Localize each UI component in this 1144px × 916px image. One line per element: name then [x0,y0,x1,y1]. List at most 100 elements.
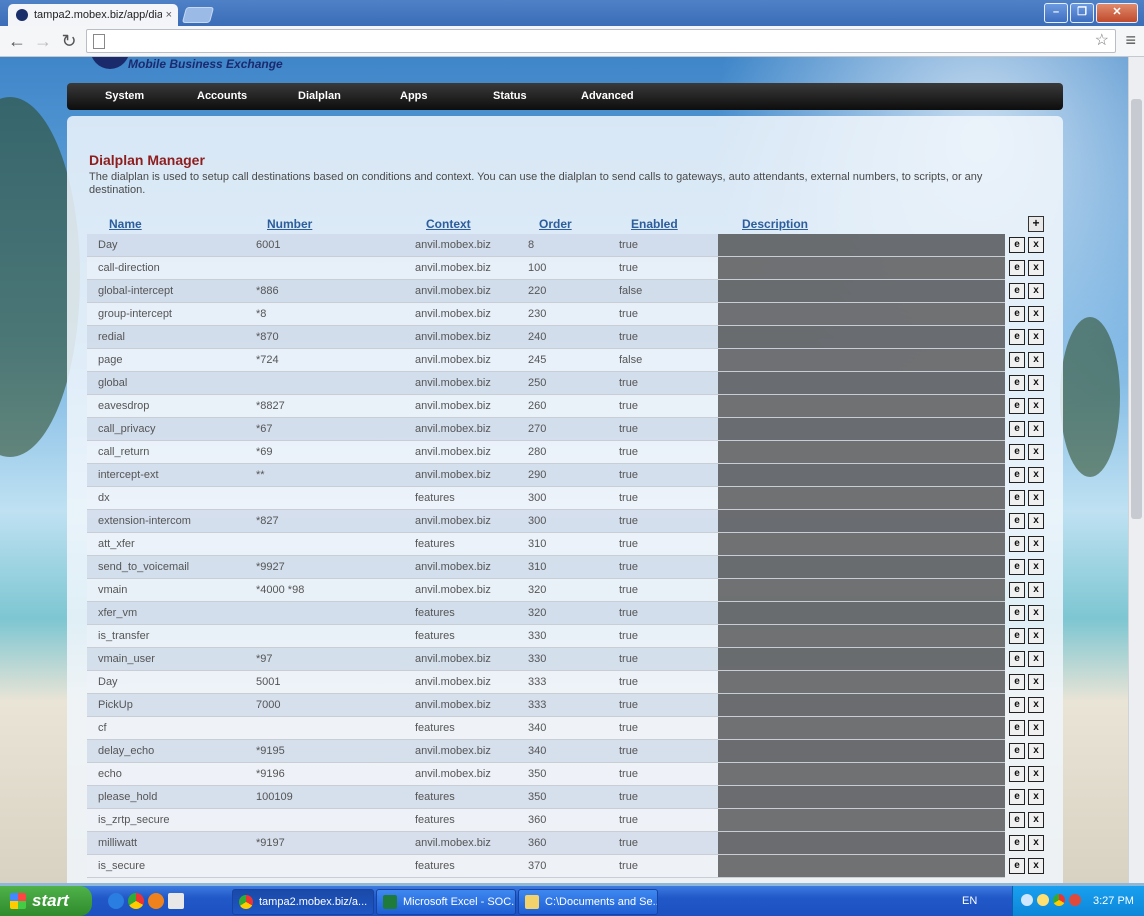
delete-icon[interactable]: x [1028,628,1044,644]
taskbar-item-explorer[interactable]: C:\Documents and Se... [518,889,658,915]
delete-icon[interactable]: x [1028,651,1044,667]
minimize-button[interactable]: – [1044,3,1068,23]
delete-icon[interactable]: x [1028,766,1044,782]
column-header-enabled[interactable]: Enabled [631,217,678,231]
delete-icon[interactable]: x [1028,835,1044,851]
browser-tab[interactable]: tampa2.mobex.biz/app/dialp × [8,4,178,26]
delete-icon[interactable]: x [1028,812,1044,828]
edit-icon[interactable]: e [1009,743,1025,759]
edit-icon[interactable]: e [1009,237,1025,253]
edit-icon[interactable]: e [1009,812,1025,828]
delete-icon[interactable]: x [1028,720,1044,736]
nav-status[interactable]: Status [493,83,527,110]
start-button[interactable]: start [0,886,92,916]
delete-icon[interactable]: x [1028,398,1044,414]
nav-dialplan[interactable]: Dialplan [298,83,341,110]
column-header-order[interactable]: Order [539,217,572,231]
edit-icon[interactable]: e [1009,283,1025,299]
delete-icon[interactable]: x [1028,582,1044,598]
taskbar-item-excel[interactable]: Microsoft Excel - SOC... [376,889,516,915]
edit-icon[interactable]: e [1009,582,1025,598]
add-dialplan-icon[interactable]: + [1028,216,1044,232]
edit-icon[interactable]: e [1009,260,1025,276]
edit-icon[interactable]: e [1009,720,1025,736]
row-enabled: true [619,791,638,803]
security-icon[interactable] [1069,894,1081,906]
delete-icon[interactable]: x [1028,490,1044,506]
delete-icon[interactable]: x [1028,375,1044,391]
delete-icon[interactable]: x [1028,237,1044,253]
edit-icon[interactable]: e [1009,467,1025,483]
delete-icon[interactable]: x [1028,605,1044,621]
firefox-quicklaunch-icon[interactable] [148,893,164,909]
edit-icon[interactable]: e [1009,559,1025,575]
edit-icon[interactable]: e [1009,789,1025,805]
delete-icon[interactable]: x [1028,352,1044,368]
delete-icon[interactable]: x [1028,421,1044,437]
language-indicator[interactable]: EN [962,886,977,916]
edit-icon[interactable]: e [1009,352,1025,368]
delete-icon[interactable]: x [1028,283,1044,299]
delete-icon[interactable]: x [1028,858,1044,874]
edit-icon[interactable]: e [1009,375,1025,391]
delete-icon[interactable]: x [1028,306,1044,322]
tab-close-icon[interactable]: × [166,4,172,26]
browser-menu-icon[interactable]: ≡ [1125,30,1136,51]
nav-advanced[interactable]: Advanced [581,83,634,110]
delete-icon[interactable]: x [1028,559,1044,575]
notification-icon[interactable] [1037,894,1049,906]
edit-icon[interactable]: e [1009,513,1025,529]
edit-icon[interactable]: e [1009,628,1025,644]
row-description [718,855,1005,877]
edit-icon[interactable]: e [1009,697,1025,713]
edit-icon[interactable]: e [1009,858,1025,874]
edit-icon[interactable]: e [1009,306,1025,322]
edit-icon[interactable]: e [1009,329,1025,345]
bookmark-star-icon[interactable]: ☆ [1095,30,1109,52]
address-bar[interactable]: ☆ [86,29,1116,53]
close-window-button[interactable]: ✕ [1096,3,1138,23]
column-header-description[interactable]: Description [742,217,808,231]
network-icon[interactable] [1021,894,1033,906]
delete-icon[interactable]: x [1028,674,1044,690]
edit-icon[interactable]: e [1009,835,1025,851]
delete-icon[interactable]: x [1028,329,1044,345]
delete-icon[interactable]: x [1028,743,1044,759]
delete-icon[interactable]: x [1028,789,1044,805]
delete-icon[interactable]: x [1028,260,1044,276]
taskbar-item-chrome[interactable]: tampa2.mobex.biz/a... [232,889,374,915]
chrome-tray-icon[interactable] [1053,894,1065,906]
new-tab-button[interactable] [181,7,215,23]
column-header-number[interactable]: Number [267,217,312,231]
edit-icon[interactable]: e [1009,651,1025,667]
edit-icon[interactable]: e [1009,421,1025,437]
row-name: dx [98,492,110,504]
forward-arrow-icon[interactable]: → [32,30,54,52]
edit-icon[interactable]: e [1009,490,1025,506]
show-desktop-icon[interactable] [108,893,124,909]
edit-icon[interactable]: e [1009,674,1025,690]
reload-icon[interactable]: ↻ [58,30,80,52]
nav-apps[interactable]: Apps [400,83,428,110]
edit-icon[interactable]: e [1009,766,1025,782]
delete-icon[interactable]: x [1028,697,1044,713]
delete-icon[interactable]: x [1028,513,1044,529]
delete-icon[interactable]: x [1028,444,1044,460]
delete-icon[interactable]: x [1028,467,1044,483]
edit-icon[interactable]: e [1009,605,1025,621]
nav-accounts[interactable]: Accounts [197,83,247,110]
edit-icon[interactable]: e [1009,398,1025,414]
column-header-context[interactable]: Context [426,217,471,231]
delete-icon[interactable]: x [1028,536,1044,552]
edit-icon[interactable]: e [1009,444,1025,460]
calculator-quicklaunch-icon[interactable] [168,893,184,909]
back-arrow-icon[interactable]: ← [6,30,28,52]
edit-icon[interactable]: e [1009,536,1025,552]
page-scrollbar[interactable] [1128,57,1144,883]
scrollbar-thumb[interactable] [1131,99,1142,519]
nav-system[interactable]: System [105,83,144,110]
chrome-quicklaunch-icon[interactable] [128,893,144,909]
restore-button[interactable]: ❐ [1070,3,1094,23]
row-action-group: ex [1009,303,1049,326]
column-header-name[interactable]: Name [109,217,142,231]
